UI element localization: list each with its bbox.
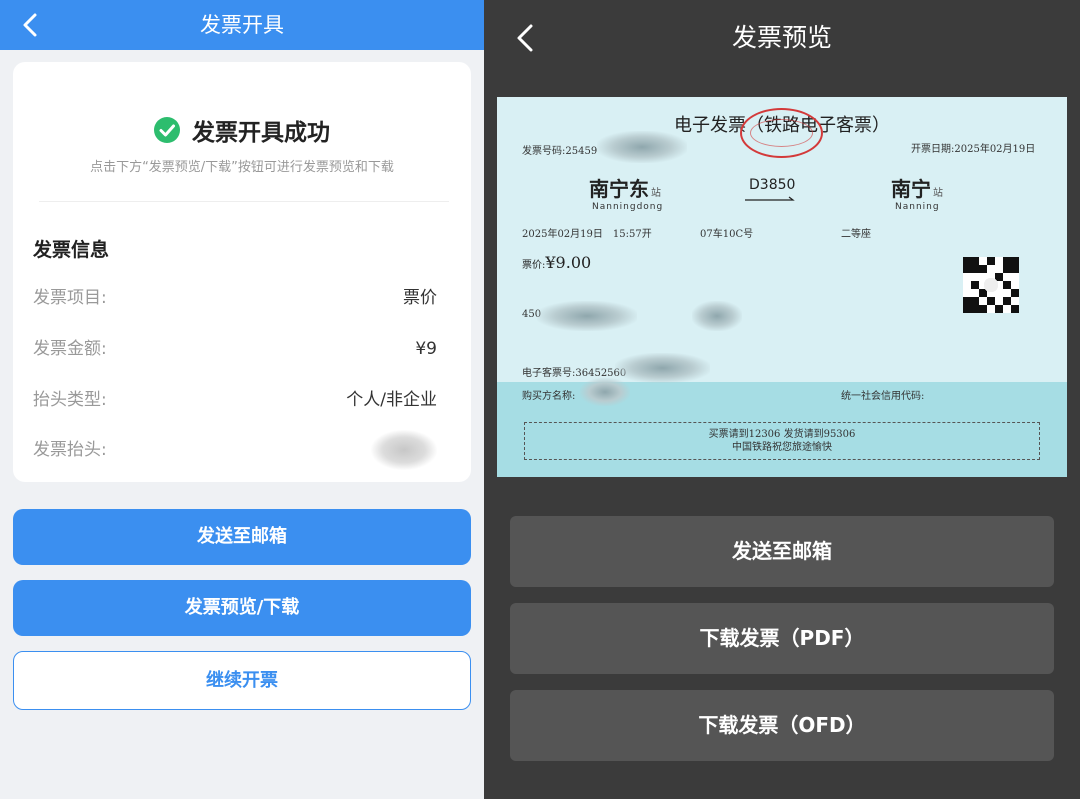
- ticket-price: 票价:¥9.00: [522, 253, 592, 272]
- invoice-info-title: 发票信息: [33, 239, 110, 261]
- send-email-button[interactable]: 发送至邮箱: [13, 509, 471, 565]
- redacted-buyer: [580, 378, 630, 406]
- send-email-button[interactable]: 发送至邮箱: [510, 516, 1054, 587]
- redacted-name: [692, 301, 742, 331]
- ticket-footer-box: 买票请到12306 发货请到95306 中国铁路祝您旅途愉快: [524, 422, 1040, 460]
- info-value: 票价: [403, 288, 437, 308]
- departure-station: 南宁东站: [589, 177, 661, 201]
- arrival-pinyin: Nanning: [895, 202, 940, 212]
- redacted-number: [597, 131, 687, 163]
- continue-invoice-button[interactable]: 继续开票: [13, 651, 471, 710]
- download-ofd-button[interactable]: 下载发票（OFD）: [510, 690, 1054, 761]
- info-label: 抬头类型:: [33, 390, 107, 410]
- issue-date: 开票日期:2025年02月19日: [911, 144, 1036, 155]
- success-hint: 点击下方“发票预览/下载”按钮可进行发票预览和下载: [90, 160, 394, 175]
- download-pdf-button[interactable]: 下载发票（PDF）: [510, 603, 1054, 674]
- info-row-title-type: 抬头类型: 个人/非企业: [33, 386, 437, 414]
- qr-code-icon: [963, 257, 1019, 313]
- info-value: ¥9: [415, 339, 437, 359]
- train-number: D3850: [749, 177, 796, 193]
- invoice-preview-image: 电子发票（铁路电子客票） 发票号码:25459 开票日期:2025年02月19日…: [497, 97, 1067, 477]
- preview-download-button[interactable]: 发票预览/下载: [13, 580, 471, 636]
- invoice-preview-screen: 发票预览 电子发票（铁路电子客票） 发票号码:25459 开票日期:2025年0…: [484, 0, 1080, 799]
- credit-code-label: 统一社会信用代码:: [841, 391, 925, 402]
- departure-time: 2025年02月19日 15:57开: [522, 229, 652, 240]
- arrow-right-icon: [745, 196, 795, 201]
- info-value: 个人/非企业: [346, 390, 437, 410]
- info-row-amount: 发票金额: ¥9: [33, 335, 437, 363]
- invoice-number: 发票号码:25459: [522, 146, 598, 157]
- info-row-invoice-title: 发票抬头:: [33, 430, 437, 470]
- seat-number: 07车10C号: [700, 229, 754, 240]
- info-label: 发票项目:: [33, 288, 107, 308]
- info-label: 发票抬头:: [33, 440, 107, 460]
- official-stamp: [740, 108, 823, 158]
- info-row-item: 发票项目: 票价: [33, 284, 437, 312]
- redacted-eticket: [615, 353, 710, 383]
- departure-pinyin: Nanningdong: [592, 202, 664, 212]
- arrival-station: 南宁站: [891, 177, 943, 201]
- redacted-id: [537, 301, 637, 331]
- success-title: 发票开具成功: [192, 120, 330, 146]
- invoice-issue-screen: 发票开具 发票开具成功 点击下方“发票预览/下载”按钮可进行发票预览和下载 发票…: [0, 0, 484, 799]
- success-banner: 发票开具成功: [13, 112, 471, 148]
- eticket-number: 电子客票号:36452560: [522, 368, 627, 379]
- invoice-result-card: 发票开具成功 点击下方“发票预览/下载”按钮可进行发票预览和下载 发票信息 发票…: [13, 62, 471, 482]
- check-circle-icon: [154, 117, 180, 143]
- redacted-value: [371, 430, 437, 470]
- buyer-name-label: 购买方名称:: [522, 391, 576, 402]
- page-title: 发票预览: [731, 23, 832, 52]
- top-bar: 发票开具: [0, 0, 484, 50]
- divider: [39, 201, 449, 202]
- seat-class: 二等座: [841, 229, 871, 240]
- info-label: 发票金额:: [33, 339, 107, 359]
- page-title: 发票开具: [200, 13, 284, 37]
